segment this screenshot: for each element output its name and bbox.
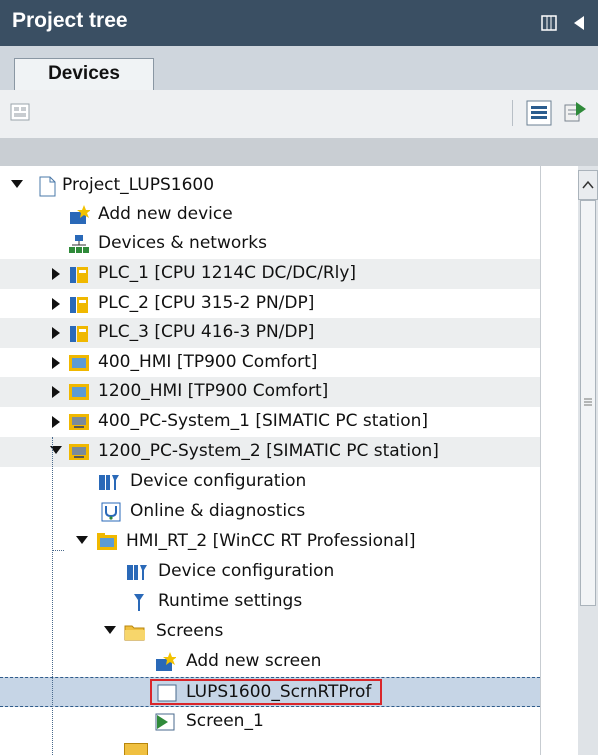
device-config-icon — [126, 561, 148, 583]
plc-icon — [68, 263, 90, 285]
tab-bar: Devices — [0, 46, 598, 93]
tree-item-devices-networks[interactable]: Devices & networks — [0, 229, 540, 259]
panel-titlebar: Project tree — [0, 0, 598, 46]
hmi-icon — [68, 352, 90, 374]
tree-item-screen-1[interactable]: Screen_1 — [0, 707, 540, 737]
column-divider — [540, 166, 541, 755]
toolbar — [0, 90, 598, 138]
runtime-settings-icon — [128, 591, 150, 613]
pc-station-icon — [68, 441, 90, 463]
folder-icon — [124, 621, 146, 643]
screen-icon — [156, 682, 178, 704]
tree-item-project[interactable]: Project_LUPS1600 — [0, 171, 540, 201]
project-icon — [36, 175, 58, 197]
expand-arrow-icon[interactable] — [52, 298, 60, 310]
toolbar-separator — [512, 100, 513, 126]
tree-item-1200-pc-system[interactable]: 1200_PC-System_2 [SIMATIC PC station] — [0, 437, 540, 467]
hmi-runtime-folder-icon — [96, 531, 118, 553]
tab-devices[interactable]: Devices — [14, 58, 154, 93]
tree-guide-line — [52, 437, 53, 755]
device-overview-icon[interactable] — [8, 100, 34, 126]
split-view-icon[interactable] — [540, 13, 560, 33]
tree-item-plc1[interactable]: PLC_1 [CPU 1214C DC/DC/Rly] — [0, 259, 540, 289]
expand-arrow-icon[interactable] — [104, 626, 116, 634]
add-device-icon — [68, 204, 91, 226]
tree-item-lups1600-screen[interactable]: LUPS1600_ScrnRTProf — [0, 677, 540, 707]
plc-icon — [68, 322, 90, 344]
tree-guide-line — [52, 550, 64, 551]
grip-icon — [584, 398, 592, 406]
hmi-icon — [68, 381, 90, 403]
expand-arrow-icon[interactable] — [52, 268, 60, 280]
device-config-icon — [98, 471, 120, 493]
expand-arrow-icon[interactable] — [52, 327, 60, 339]
panel-title: Project tree — [12, 9, 128, 32]
network-icon — [68, 233, 90, 255]
tree-item-plc2[interactable]: PLC_2 [CPU 315-2 PN/DP] — [0, 289, 540, 319]
tree-item-add-new-screen[interactable]: Add new screen — [0, 647, 540, 677]
expand-arrow-icon[interactable] — [52, 357, 60, 369]
chevron-up-icon — [582, 180, 594, 189]
expand-arrow-icon[interactable] — [76, 536, 88, 544]
export-icon[interactable] — [562, 100, 588, 126]
screen-start-icon — [154, 711, 176, 733]
collapse-panel-icon[interactable] — [570, 13, 590, 33]
tree-item-screens[interactable]: Screens — [0, 617, 540, 647]
tree-item-add-device[interactable]: Add new device — [0, 200, 540, 230]
list-view-icon[interactable] — [526, 100, 552, 126]
plc-icon — [68, 293, 90, 315]
tree-item-online-diagnostics[interactable]: Online & diagnostics — [0, 497, 540, 527]
folder-icon — [124, 743, 148, 755]
tree-header — [0, 138, 598, 166]
tree-item-1200-hmi[interactable]: 1200_HMI [TP900 Comfort] — [0, 377, 540, 407]
tree-item-runtime-settings[interactable]: Runtime settings — [0, 587, 540, 617]
tree-item-400-hmi[interactable]: 400_HMI [TP900 Comfort] — [0, 348, 540, 378]
diagnostics-icon — [100, 501, 122, 523]
tree-item-hmi-rt-2[interactable]: HMI_RT_2 [WinCC RT Professional] — [0, 527, 540, 557]
add-screen-icon — [154, 651, 177, 673]
scrollbar-thumb[interactable] — [580, 200, 596, 606]
pc-station-icon — [68, 411, 90, 433]
expand-arrow-icon[interactable] — [52, 416, 60, 428]
expand-arrow-icon[interactable] — [52, 386, 60, 398]
tree-item-plc3[interactable]: PLC_3 [CPU 416-3 PN/DP] — [0, 318, 540, 348]
tree-item-device-configuration[interactable]: Device configuration — [0, 557, 540, 587]
tree-item-device-configuration[interactable]: Device configuration — [0, 467, 540, 497]
tree-item-400-pc-system[interactable]: 400_PC-System_1 [SIMATIC PC station] — [0, 407, 540, 437]
expand-arrow-icon[interactable] — [11, 180, 23, 188]
project-tree: Project_LUPS1600 Add new device Devices … — [0, 166, 540, 755]
scroll-up-button[interactable] — [578, 170, 598, 200]
